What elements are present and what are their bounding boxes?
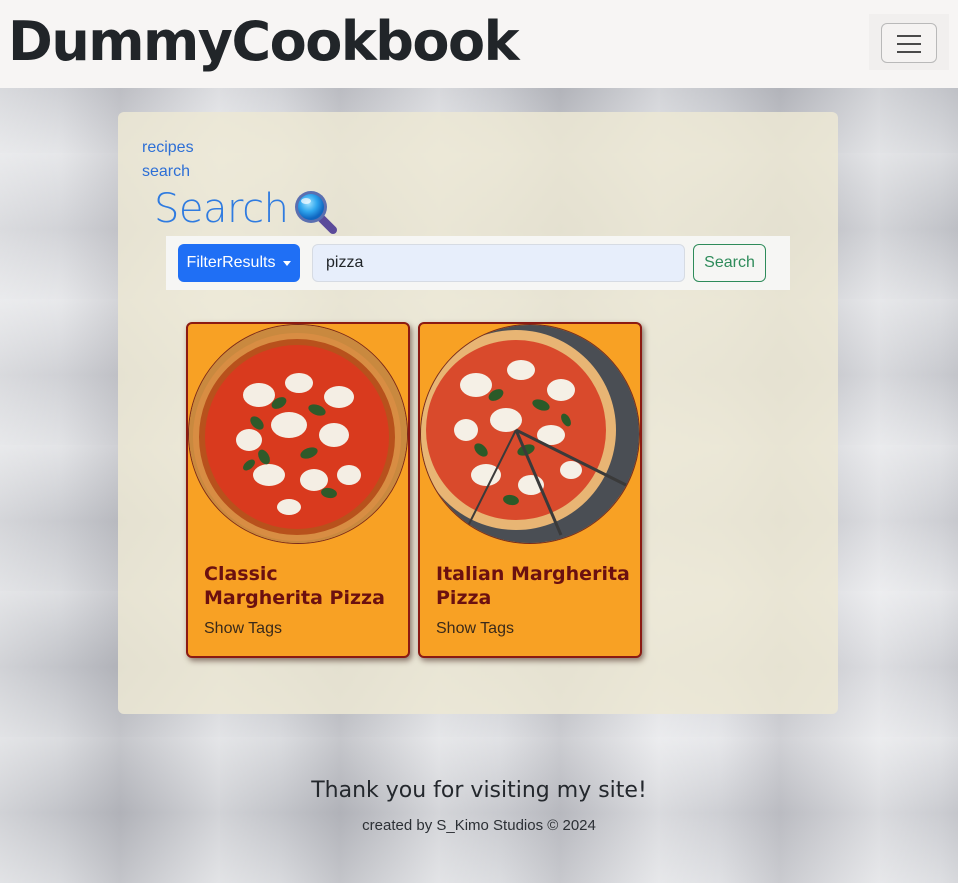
nav-link-search[interactable]: search	[142, 163, 190, 181]
show-tags-toggle[interactable]: Show Tags	[436, 620, 514, 638]
recipe-image[interactable]	[188, 324, 408, 544]
toggler-container	[869, 14, 949, 70]
hamburger-line	[897, 43, 921, 45]
footer-thanks: Thank you for visiting my site!	[311, 778, 647, 803]
caret-down-icon	[283, 260, 292, 266]
navbar-toggler-button[interactable]	[881, 23, 937, 63]
recipe-title[interactable]: Classic Margherita Pizza	[204, 562, 400, 610]
pizza-image-icon	[421, 325, 639, 543]
search-button[interactable]: Search	[693, 244, 766, 282]
page-title: Search	[154, 186, 289, 232]
magnifying-glass-icon	[295, 191, 337, 234]
hamburger-menu-icon	[897, 35, 921, 37]
filter-results-label: FilterResults	[186, 254, 276, 271]
show-tags-toggle[interactable]: Show Tags	[204, 620, 282, 638]
hamburger-line	[897, 51, 921, 53]
recipe-card[interactable]: Classic Margherita Pizza Show Tags	[186, 322, 410, 658]
brand-logo[interactable]: DummyCookbook	[8, 8, 520, 76]
navbar: DummyCookbook	[0, 0, 958, 88]
filter-results-dropdown[interactable]: FilterResults	[178, 244, 300, 282]
nav-link-recipes[interactable]: recipes	[142, 139, 194, 157]
recipe-title[interactable]: Italian Margherita Pizza	[436, 562, 632, 610]
footer-credit: created by S_Kimo Studios © 2024	[362, 817, 596, 834]
search-input[interactable]	[312, 244, 685, 282]
recipe-image[interactable]	[420, 324, 640, 544]
recipe-card[interactable]: Italian Margherita Pizza Show Tags	[418, 322, 642, 658]
pizza-image-icon	[189, 325, 407, 543]
